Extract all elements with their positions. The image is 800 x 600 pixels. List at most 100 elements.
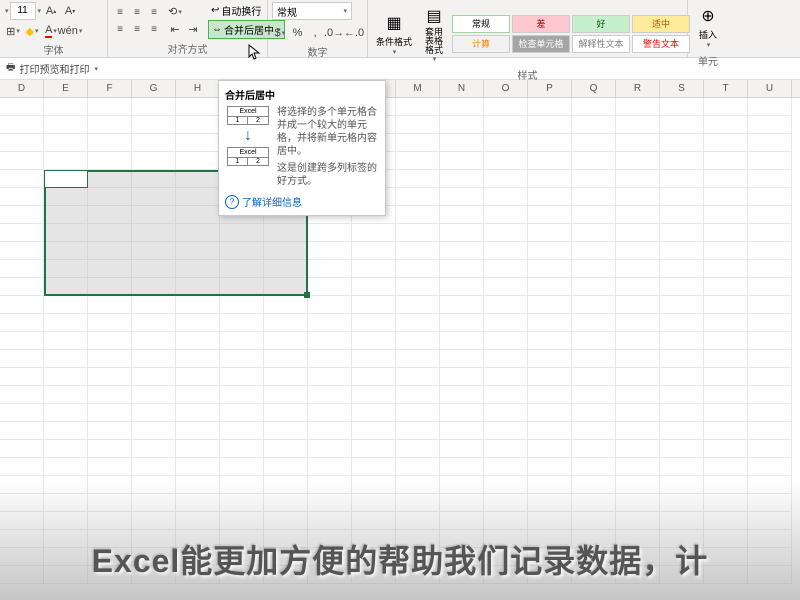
cell[interactable] (396, 224, 440, 242)
cell[interactable] (220, 242, 264, 260)
cell[interactable] (88, 458, 132, 476)
cell[interactable] (616, 512, 660, 530)
cell[interactable] (396, 512, 440, 530)
cell[interactable] (484, 494, 528, 512)
cell[interactable] (132, 368, 176, 386)
cell[interactable] (220, 512, 264, 530)
cell[interactable] (0, 260, 44, 278)
cell[interactable] (660, 440, 704, 458)
cell[interactable] (352, 368, 396, 386)
cell[interactable] (528, 134, 572, 152)
cell[interactable] (88, 242, 132, 260)
cell[interactable] (308, 440, 352, 458)
cell[interactable] (220, 332, 264, 350)
cell[interactable] (528, 188, 572, 206)
fill-color-icon[interactable]: ◆▾ (23, 22, 41, 40)
cell[interactable] (704, 422, 748, 440)
cell[interactable] (440, 440, 484, 458)
cell[interactable] (308, 314, 352, 332)
print-preview-icon[interactable]: 🖶 (6, 60, 15, 77)
column-header[interactable]: P (528, 80, 572, 97)
cell[interactable] (616, 494, 660, 512)
cell[interactable] (440, 386, 484, 404)
cell[interactable] (132, 422, 176, 440)
cell[interactable] (748, 458, 792, 476)
cell[interactable] (528, 242, 572, 260)
cell[interactable] (132, 224, 176, 242)
cell[interactable] (748, 512, 792, 530)
cell[interactable] (396, 350, 440, 368)
cell[interactable] (44, 476, 88, 494)
cell[interactable] (484, 350, 528, 368)
cell[interactable] (88, 260, 132, 278)
cell[interactable] (0, 476, 44, 494)
cell[interactable] (440, 476, 484, 494)
cell[interactable] (528, 152, 572, 170)
cell[interactable] (528, 116, 572, 134)
cell[interactable] (0, 98, 44, 116)
cell[interactable] (528, 314, 572, 332)
cell[interactable] (572, 242, 616, 260)
cell[interactable] (396, 116, 440, 134)
cell[interactable] (396, 422, 440, 440)
cell[interactable] (396, 206, 440, 224)
cell[interactable] (440, 206, 484, 224)
cell[interactable] (44, 224, 88, 242)
cell[interactable] (528, 278, 572, 296)
cell[interactable] (396, 458, 440, 476)
cell[interactable] (572, 458, 616, 476)
cell[interactable] (616, 278, 660, 296)
cell[interactable] (264, 224, 308, 242)
conditional-format-button[interactable]: ▦ 条件格式 ▾ (372, 9, 416, 58)
cell[interactable] (616, 134, 660, 152)
tooltip-learn-more-link[interactable]: 了解详细信息 (225, 194, 379, 209)
cell[interactable] (572, 296, 616, 314)
cell[interactable] (44, 332, 88, 350)
cell[interactable] (396, 296, 440, 314)
cell[interactable] (748, 116, 792, 134)
cell[interactable] (0, 278, 44, 296)
cell[interactable] (88, 368, 132, 386)
cell[interactable] (704, 512, 748, 530)
cell[interactable] (264, 386, 308, 404)
cell[interactable] (440, 332, 484, 350)
cell[interactable] (484, 440, 528, 458)
cell[interactable] (176, 296, 220, 314)
cell[interactable] (88, 98, 132, 116)
cell[interactable] (528, 224, 572, 242)
cell[interactable] (308, 296, 352, 314)
cell[interactable] (484, 134, 528, 152)
cell[interactable] (0, 422, 44, 440)
percent-icon[interactable]: % (290, 24, 306, 42)
cell[interactable] (660, 260, 704, 278)
cell[interactable] (0, 188, 44, 206)
cell[interactable] (0, 242, 44, 260)
cell[interactable] (528, 422, 572, 440)
cell[interactable] (176, 116, 220, 134)
cell[interactable] (352, 278, 396, 296)
cell[interactable] (440, 188, 484, 206)
cell[interactable] (660, 314, 704, 332)
cell[interactable] (528, 332, 572, 350)
cell[interactable] (660, 404, 704, 422)
cell[interactable] (704, 476, 748, 494)
cell[interactable] (264, 458, 308, 476)
border-icon[interactable]: ⊞▾ (4, 22, 22, 40)
cell[interactable] (308, 386, 352, 404)
cell[interactable] (660, 278, 704, 296)
cell[interactable] (308, 494, 352, 512)
cell[interactable] (176, 314, 220, 332)
cell[interactable] (176, 512, 220, 530)
cell[interactable] (176, 440, 220, 458)
column-header[interactable]: N (440, 80, 484, 97)
cell[interactable] (748, 134, 792, 152)
cell[interactable] (264, 440, 308, 458)
cell[interactable] (44, 206, 88, 224)
cell[interactable] (396, 278, 440, 296)
cell[interactable] (748, 170, 792, 188)
cell[interactable] (440, 242, 484, 260)
cell[interactable] (748, 314, 792, 332)
cell[interactable] (616, 98, 660, 116)
cell[interactable] (704, 494, 748, 512)
cell[interactable] (660, 152, 704, 170)
